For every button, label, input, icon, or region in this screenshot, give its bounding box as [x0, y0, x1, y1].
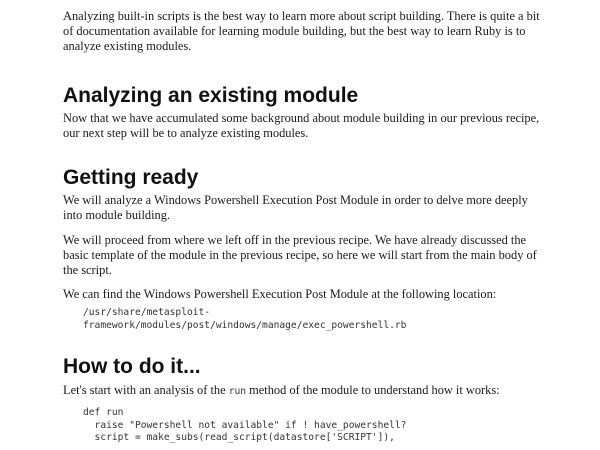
getting-ready-paragraph-3: We can find the Windows Powershell Execu… [63, 287, 497, 301]
module-path-code: /usr/share/metasploit- framework/modules… [83, 307, 406, 332]
heading-analyzing-existing-module: Analyzing an existing module [63, 84, 359, 107]
heading-getting-ready: Getting ready [63, 166, 199, 189]
run-method-inline-code: run [228, 386, 247, 397]
how-to-paragraph: Let's start with an analysis of the run … [63, 383, 500, 399]
code-line: raise "Powershell not available" if ! ha… [83, 419, 407, 431]
code-line: def run [83, 407, 124, 418]
run-method-code-block: def run raise "Powershell not available"… [83, 407, 406, 445]
analyzing-paragraph: Now that we have accumulated some backgr… [63, 111, 540, 140]
heading-how-to-do-it: How to do it... [63, 355, 201, 378]
getting-ready-paragraph-2: We will proceed from where we left off i… [63, 233, 537, 277]
getting-ready-paragraph-1: We will analyze a Windows Powershell Exe… [63, 193, 528, 222]
how-to-text-before: Let's start with an analysis of the [63, 383, 229, 397]
module-path-line-2: framework/modules/post/windows/manage/ex… [83, 319, 407, 331]
code-line: script = make_subs(read_script(datastore… [83, 432, 395, 443]
module-path-line-1: /usr/share/metasploit- [83, 307, 211, 318]
how-to-text-after: method of the module to understand how i… [246, 383, 500, 397]
intro-paragraph: Analyzing built-in scripts is the best w… [63, 9, 540, 53]
